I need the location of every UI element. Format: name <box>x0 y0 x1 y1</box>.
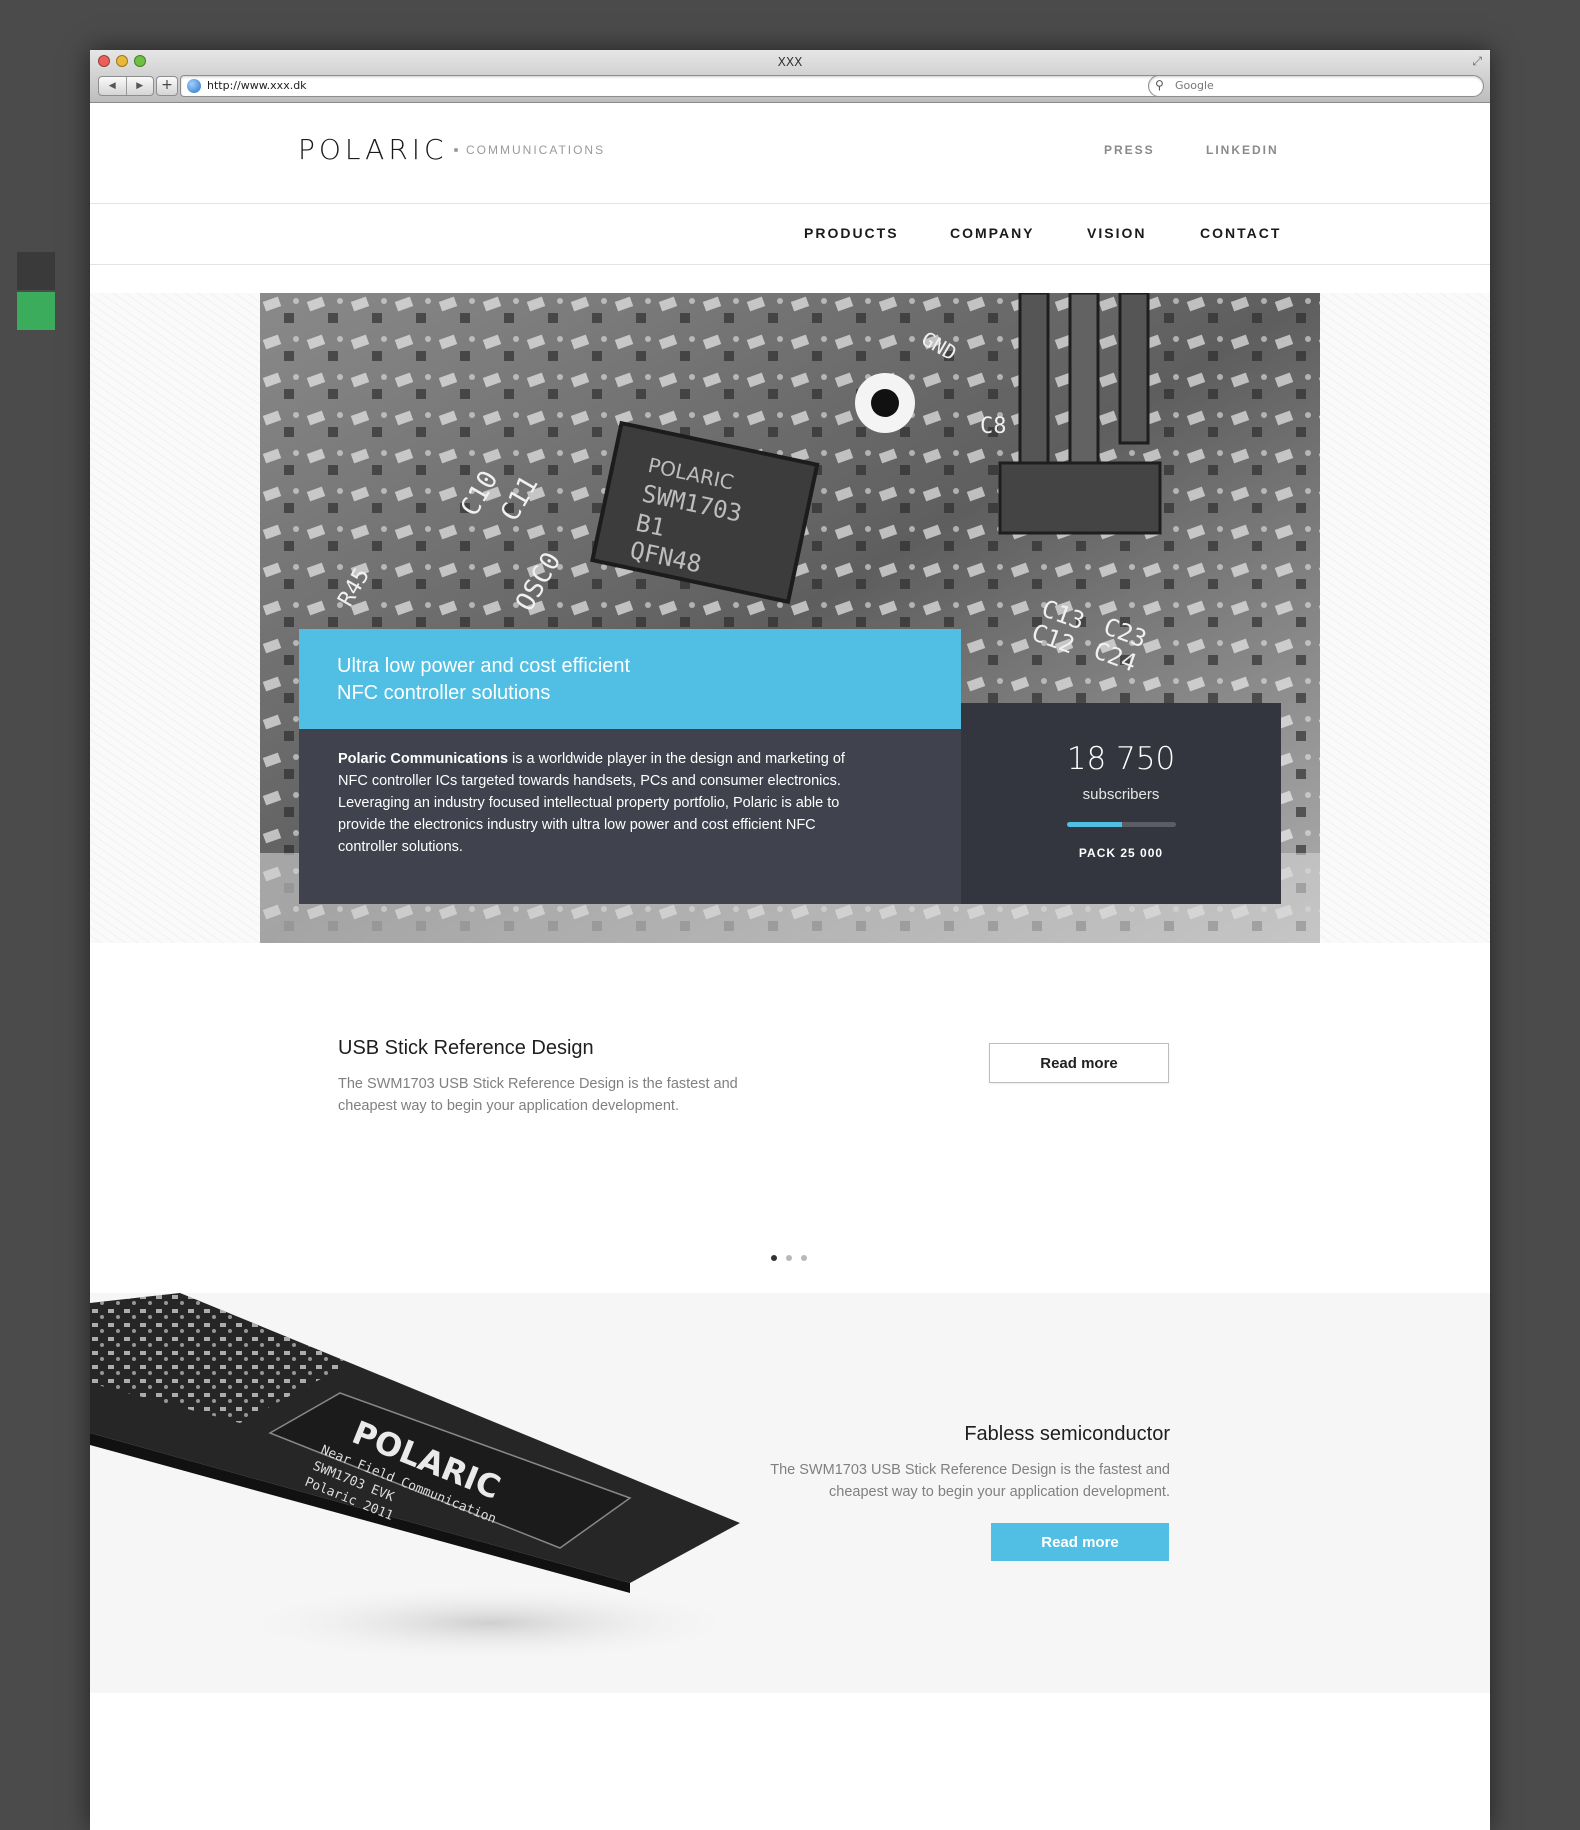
history-buttons: ◀ ▶ <box>98 76 154 96</box>
search-placeholder[interactable]: Google <box>1175 79 1214 92</box>
color-swatch-green <box>17 292 55 330</box>
carousel-dot[interactable] <box>786 1255 792 1261</box>
nav-contact[interactable]: CONTACT <box>1200 225 1281 241</box>
url-text[interactable]: http://www.xxx.dk <box>207 79 307 92</box>
hero-tagline: Ultra low power and cost efficient NFC c… <box>337 653 837 707</box>
color-swatch-dark <box>17 252 55 290</box>
section2-title: Fabless semiconductor <box>964 1423 1170 1445</box>
nav-vision[interactable]: VISION <box>1087 225 1146 241</box>
nav-products[interactable]: PRODUCTS <box>804 225 899 241</box>
plus-icon[interactable]: + <box>156 76 178 96</box>
main-nav: PRODUCTS COMPANY VISION CONTACT <box>90 204 1490 265</box>
read-more-button-primary[interactable]: Read more <box>991 1523 1169 1561</box>
linkedin-link[interactable]: LINKEDIN <box>1206 143 1279 157</box>
hero-tagline-box: Ultra low power and cost efficient NFC c… <box>299 629 961 729</box>
nfc-board-image: POLARIC Near Field Communication SWM1703… <box>90 1293 750 1663</box>
feature-title: USB Stick Reference Design <box>338 1037 594 1059</box>
site-header: POLARIC COMMUNICATIONS PRESS LINKEDIN <box>90 103 1490 204</box>
subscriber-progress-fill <box>1067 822 1122 827</box>
carousel-dot[interactable] <box>771 1255 777 1261</box>
address-bar[interactable]: http://www.xxx.dk ↻ <box>180 75 1226 97</box>
logo-separator-dot <box>454 148 458 152</box>
read-more-button[interactable]: Read more <box>989 1043 1169 1083</box>
resize-icon[interactable]: ⤢ <box>1472 54 1482 69</box>
browser-toolbar: XXX ⤢ ◀ ▶ + http://www.xxx.dk ↻ ⚲ Google <box>90 50 1490 103</box>
subscriber-progress-bar <box>1067 822 1176 827</box>
subscriber-stats: 18 750 subscribers PACK 25 000 <box>961 703 1281 904</box>
subscriber-pack: PACK 25 000 <box>1078 846 1164 860</box>
subscriber-count: 18 750 <box>1066 741 1176 777</box>
globe-icon <box>187 79 201 93</box>
hero-tagline-line2: NFC controller solutions <box>337 682 551 704</box>
feature-description: The SWM1703 USB Stick Reference Design i… <box>338 1076 738 1114</box>
feature-usb-stick: USB Stick Reference Design The SWM1703 U… <box>90 953 1490 1213</box>
carousel-dots <box>771 1255 807 1261</box>
board-label-c8: C8 <box>980 414 1007 439</box>
window-title: XXX <box>777 55 803 69</box>
hero-banner: POLARIC SWM1703 B1 QFN48 C10 C11 OSC0 R4… <box>260 293 1320 943</box>
forward-arrow-icon[interactable]: ▶ <box>127 77 154 95</box>
fabless-section: POLARIC Near Field Communication SWM1703… <box>90 1293 1490 1693</box>
back-arrow-icon[interactable]: ◀ <box>99 77 127 95</box>
hero-about-company: Polaric Communications <box>338 751 509 767</box>
search-field[interactable]: ⚲ Google <box>1148 75 1484 97</box>
hero-tagline-line1: Ultra low power and cost efficient <box>337 655 631 677</box>
web-page: POLARIC COMMUNICATIONS PRESS LINKEDIN PR… <box>90 103 1490 1830</box>
browser-window: XXX ⤢ ◀ ▶ + http://www.xxx.dk ↻ ⚲ Google… <box>90 50 1490 1830</box>
hero-sketch-left <box>90 293 260 943</box>
hero-sketch-right <box>1320 293 1490 943</box>
hero-about-text: Polaric Communications is a worldwide pl… <box>338 748 878 858</box>
subscriber-label: subscribers <box>1082 786 1160 803</box>
section2-description: The SWM1703 USB Stick Reference Design i… <box>770 1462 1170 1500</box>
search-icon: ⚲ <box>1155 78 1164 92</box>
press-link[interactable]: PRESS <box>1104 143 1155 157</box>
hero-about-box: Polaric Communications is a worldwide pl… <box>299 729 961 904</box>
site-logo-subtitle: COMMUNICATIONS <box>466 143 606 157</box>
carousel-dot[interactable] <box>801 1255 807 1261</box>
nav-company[interactable]: COMPANY <box>950 225 1035 241</box>
site-logo[interactable]: POLARIC <box>298 133 448 166</box>
